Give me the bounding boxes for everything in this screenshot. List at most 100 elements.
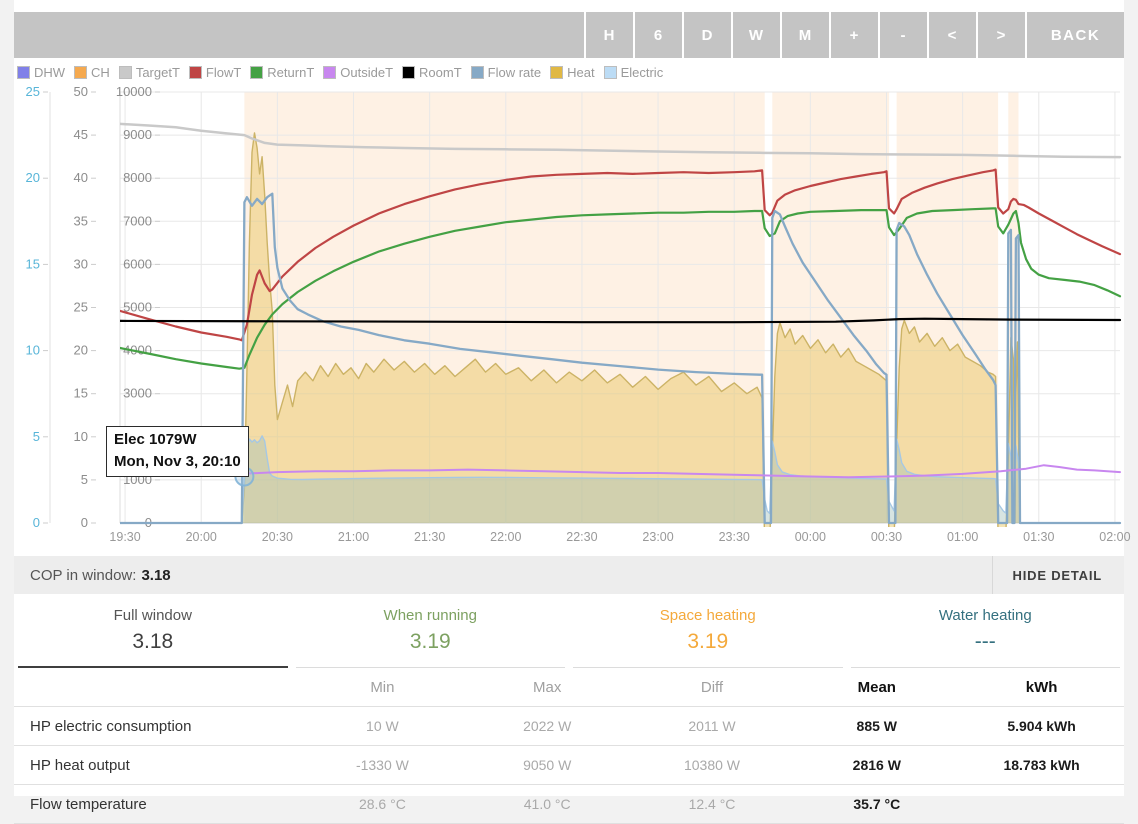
svg-text:22:00: 22:00: [490, 530, 521, 544]
table-row: HP electric consumption10 W2022 W2011 W8…: [14, 707, 1124, 746]
table-row: Flow temperature28.6 °C41.0 °C12.4 °C35.…: [14, 785, 1124, 824]
tooltip-value: Elec 1079W: [114, 429, 241, 451]
row-cell: 9050 W: [465, 757, 630, 773]
legend-item-roomt[interactable]: RoomT: [402, 65, 462, 80]
row-cell: 10380 W: [630, 757, 795, 773]
legend-item-ch[interactable]: CH: [74, 65, 110, 80]
tab-water-heating[interactable]: Water heating---: [851, 595, 1121, 668]
table-header-row: MinMaxDiffMeankWh: [14, 668, 1124, 707]
svg-text:10: 10: [26, 343, 40, 358]
svg-text:20: 20: [74, 343, 88, 358]
legend-item-targett[interactable]: TargetT: [119, 65, 180, 80]
row-cell: 2816 W: [794, 757, 959, 773]
svg-text:40: 40: [74, 170, 88, 185]
legend-label: OutsideT: [340, 65, 393, 80]
svg-text:9000: 9000: [123, 127, 152, 142]
svg-text:10000: 10000: [116, 85, 152, 99]
chart-tooltip: Elec 1079W Mon, Nov 3, 20:10: [106, 426, 249, 477]
svg-text:5: 5: [33, 429, 40, 444]
cop-value: 3.18: [141, 567, 170, 584]
svg-text:10: 10: [74, 429, 88, 444]
tab-value: 3.18: [18, 630, 288, 654]
svg-text:8000: 8000: [123, 170, 152, 185]
legend-item-flowt[interactable]: FlowT: [189, 65, 241, 80]
tab-value: ---: [851, 630, 1121, 654]
cop-summary-tabs: Full window3.18When running3.19Space hea…: [14, 595, 1124, 668]
tab-space-heating[interactable]: Space heating3.19: [573, 595, 843, 668]
svg-text:23:30: 23:30: [719, 530, 750, 544]
toolbar-button-sym[interactable]: -: [878, 12, 927, 58]
detail-table: MinMaxDiffMeankWh HP electric consumptio…: [14, 668, 1124, 824]
toolbar-button-sym[interactable]: >: [976, 12, 1025, 58]
toolbar-button-back[interactable]: BACK: [1025, 12, 1124, 58]
svg-text:25: 25: [26, 85, 40, 99]
row-label: Flow temperature: [14, 796, 300, 813]
legend-label: TargetT: [136, 65, 180, 80]
toolbar-button-h[interactable]: H: [584, 12, 633, 58]
table-header-min: Min: [300, 679, 465, 696]
row-cell: 2011 W: [630, 718, 795, 734]
table-header-diff: Diff: [630, 679, 795, 696]
row-label: HP electric consumption: [14, 718, 300, 735]
svg-text:21:30: 21:30: [414, 530, 445, 544]
legend-item-dhw[interactable]: DHW: [17, 65, 65, 80]
svg-text:22:30: 22:30: [566, 530, 597, 544]
legend-label: ReturnT: [267, 65, 314, 80]
tab-value: 3.19: [573, 630, 843, 654]
chart-area[interactable]: 19:3020:0020:3021:0021:3022:0022:3023:00…: [0, 85, 1138, 555]
legend-swatch-icon: [604, 66, 617, 79]
toolbar-button-w[interactable]: W: [731, 12, 780, 58]
chart-legend: DHW CH TargetT FlowT ReturnT OutsideT RoomT Flo…: [17, 62, 672, 82]
svg-text:15: 15: [26, 256, 40, 271]
svg-text:5: 5: [81, 472, 88, 487]
svg-text:45: 45: [74, 127, 88, 142]
legend-swatch-icon: [550, 66, 563, 79]
legend-item-returnt[interactable]: ReturnT: [250, 65, 314, 80]
tab-when-running[interactable]: When running3.19: [296, 595, 566, 668]
svg-text:3000: 3000: [123, 386, 152, 401]
svg-text:20:00: 20:00: [186, 530, 217, 544]
svg-text:02:00: 02:00: [1099, 530, 1130, 544]
toolbar-button-sym[interactable]: +: [829, 12, 878, 58]
row-cell: 2022 W: [465, 718, 630, 734]
tab-label: When running: [296, 607, 566, 624]
svg-text:21:00: 21:00: [338, 530, 369, 544]
row-cell: 35.7 °C: [794, 796, 959, 812]
toolbar-button-d[interactable]: D: [682, 12, 731, 58]
legend-item-electric[interactable]: Electric: [604, 65, 664, 80]
svg-text:01:00: 01:00: [947, 530, 978, 544]
svg-text:6000: 6000: [123, 256, 152, 271]
tab-full-window[interactable]: Full window 3.18: [18, 595, 288, 668]
row-cell: 885 W: [794, 718, 959, 734]
legend-swatch-icon: [471, 66, 484, 79]
svg-text:01:30: 01:30: [1023, 530, 1054, 544]
svg-text:19:30: 19:30: [109, 530, 140, 544]
row-cell: 41.0 °C: [465, 796, 630, 812]
toolbar-button-m[interactable]: M: [780, 12, 829, 58]
toolbar-button-6[interactable]: 6: [633, 12, 682, 58]
cop-summary: COP in window: 3.18: [14, 556, 171, 594]
legend-swatch-icon: [17, 66, 30, 79]
hide-detail-button[interactable]: HIDE DETAIL: [992, 556, 1124, 594]
row-cell: 28.6 °C: [300, 796, 465, 812]
legend-swatch-icon: [119, 66, 132, 79]
toolbar-button-sym[interactable]: <: [927, 12, 976, 58]
legend-label: Heat: [567, 65, 594, 80]
legend-label: Electric: [621, 65, 664, 80]
svg-text:15: 15: [74, 386, 88, 401]
legend-swatch-icon: [323, 66, 336, 79]
legend-item-outsidet[interactable]: OutsideT: [323, 65, 393, 80]
table-body: HP electric consumption10 W2022 W2011 W8…: [14, 707, 1124, 824]
svg-text:25: 25: [74, 300, 88, 315]
svg-text:50: 50: [74, 85, 88, 99]
legend-item-heat[interactable]: Heat: [550, 65, 594, 80]
svg-text:0: 0: [81, 515, 88, 530]
tab-label: Full window: [18, 607, 288, 624]
row-cell: 18.783 kWh: [959, 757, 1124, 773]
tooltip-time: Mon, Nov 3, 20:10: [114, 451, 241, 473]
cop-label: COP in window:: [30, 567, 136, 584]
svg-text:0: 0: [33, 515, 40, 530]
legend-swatch-icon: [189, 66, 202, 79]
legend-item-flow-rate[interactable]: Flow rate: [471, 65, 541, 80]
legend-label: RoomT: [419, 65, 462, 80]
